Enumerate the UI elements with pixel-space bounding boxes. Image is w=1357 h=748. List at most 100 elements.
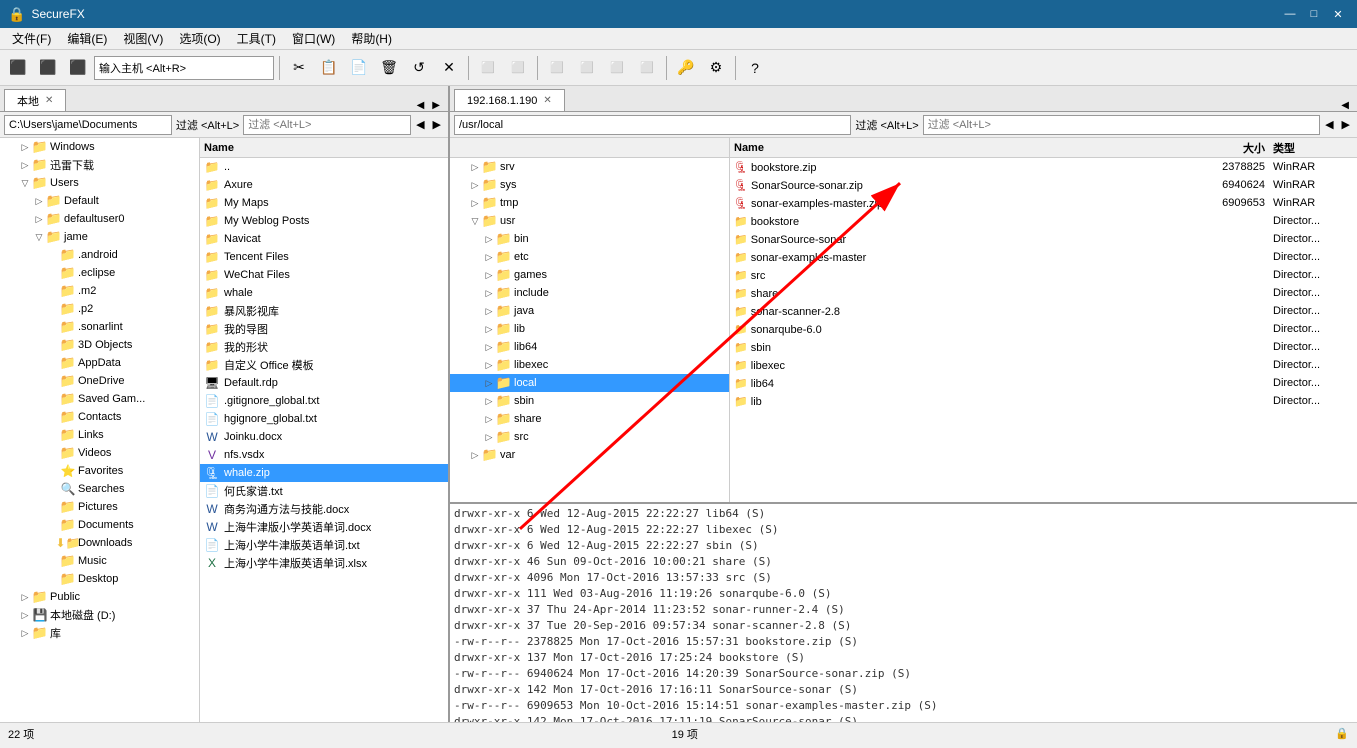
file-item[interactable]: X 上海小学牛津版英语单词.xlsx	[200, 554, 448, 572]
tree-item[interactable]: ▷ 💾 本地磁盘 (D:)	[0, 606, 199, 624]
tree-toggle[interactable]	[46, 266, 60, 280]
remote-prev-btn[interactable]: ◀	[1322, 118, 1336, 131]
menu-tools[interactable]: 工具(T)	[229, 28, 284, 49]
refresh-button[interactable]: ↺	[405, 54, 433, 82]
tree-item[interactable]: 📁 .android	[0, 246, 199, 264]
remote-tab[interactable]: 192.168.1.190 ✕	[454, 89, 565, 111]
left-next-btn[interactable]: ▶	[430, 118, 444, 131]
file-item[interactable]: 📁 Navicat	[200, 230, 448, 248]
remote-row[interactable]: 🗜 bookstore.zip 2378825 WinRAR	[730, 158, 1357, 176]
tree-item[interactable]: ▷ 📁 Windows	[0, 138, 199, 156]
tree-item[interactable]: ▷ 📁 tmp	[450, 194, 729, 212]
view-btn-4[interactable]: ⬜	[633, 54, 661, 82]
tree-toggle[interactable]	[46, 518, 60, 532]
file-item[interactable]: 📁 WeChat Files	[200, 266, 448, 284]
view-btn-1[interactable]: ⬜	[543, 54, 571, 82]
file-item[interactable]: 📄 .gitignore_global.txt	[200, 392, 448, 410]
settings-button[interactable]: ⚙	[702, 54, 730, 82]
tree-item[interactable]: ▷ 📁 bin	[450, 230, 729, 248]
file-item[interactable]: W Joinku.docx	[200, 428, 448, 446]
file-item-whale-zip[interactable]: 🗜 whale.zip	[200, 464, 448, 482]
key-button[interactable]: 🔑	[672, 54, 700, 82]
tree-item[interactable]: ▷ 📁 etc	[450, 248, 729, 266]
tree-item[interactable]: ▷ 📁 libexec	[450, 356, 729, 374]
remote-row[interactable]: 📁 sbin Director...	[730, 338, 1357, 356]
tree-item[interactable]: ▷ 📁 games	[450, 266, 729, 284]
tree-toggle[interactable]	[46, 446, 60, 460]
tree-item[interactable]: ▷ 📁 srv	[450, 158, 729, 176]
left-nav-next[interactable]: ▶	[428, 100, 444, 111]
delete-button[interactable]: 🗑	[375, 54, 403, 82]
tree-toggle[interactable]	[46, 374, 60, 388]
file-item[interactable]: W 上海牛津版小学英语单词.docx	[200, 518, 448, 536]
host-input[interactable]	[94, 56, 274, 80]
tree-item-local-selected[interactable]: ▷ 📁 local	[450, 374, 729, 392]
file-item[interactable]: 📁 我的形状	[200, 338, 448, 356]
maximize-button[interactable]: □	[1303, 5, 1325, 23]
close-button[interactable]: ✕	[1327, 5, 1349, 23]
file-item[interactable]: 📁 whale	[200, 284, 448, 302]
stop-button[interactable]: ✕	[435, 54, 463, 82]
tree-toggle[interactable]: ▷	[18, 158, 32, 172]
remote-row[interactable]: 📁 sonar-scanner-2.8 Director...	[730, 302, 1357, 320]
local-tab[interactable]: 本地 ✕	[4, 89, 66, 111]
tree-item[interactable]: 📁 Saved Gam...	[0, 390, 199, 408]
tree-toggle[interactable]	[46, 554, 60, 568]
tree-toggle[interactable]: ▷	[32, 212, 46, 226]
remote-path-input[interactable]	[454, 115, 851, 135]
tree-item[interactable]: ▷ 📁 sbin	[450, 392, 729, 410]
remote-row[interactable]: 📁 libexec Director...	[730, 356, 1357, 374]
tree-item[interactable]: ▷ 📁 var	[450, 446, 729, 464]
local-button[interactable]: ⬜	[474, 54, 502, 82]
help-button[interactable]: ?	[741, 54, 769, 82]
tree-item[interactable]: 📁 OneDrive	[0, 372, 199, 390]
tree-item[interactable]: 📁 .eclipse	[0, 264, 199, 282]
tree-item[interactable]: 📁 .p2	[0, 300, 199, 318]
tree-item[interactable]: ▷ 📁 lib	[450, 320, 729, 338]
remote-row[interactable]: 📁 lib Director...	[730, 392, 1357, 410]
view-btn-3[interactable]: ⬜	[603, 54, 631, 82]
file-item[interactable]: 📁 My Maps	[200, 194, 448, 212]
window-controls[interactable]: — □ ✕	[1279, 5, 1349, 23]
remote-row[interactable]: 📁 lib64 Director...	[730, 374, 1357, 392]
tree-item[interactable]: 📁 .m2	[0, 282, 199, 300]
tree-item[interactable]: 📁 .sonarlint	[0, 318, 199, 336]
tree-item[interactable]: ▷ 📁 库	[0, 624, 199, 642]
tree-item[interactable]: 📁 Documents	[0, 516, 199, 534]
local-tab-close[interactable]: ✕	[45, 95, 53, 106]
menu-options[interactable]: 选项(O)	[171, 28, 228, 49]
remote-row[interactable]: 📁 src Director...	[730, 266, 1357, 284]
tree-toggle[interactable]: ▷	[18, 608, 32, 622]
local-filter-input[interactable]	[243, 115, 411, 135]
file-item[interactable]: 📄 上海小学牛津版英语单词.txt	[200, 536, 448, 554]
remote-row[interactable]: 📁 share Director...	[730, 284, 1357, 302]
tree-item[interactable]: ▷ 📁 src	[450, 428, 729, 446]
remote-tab-close[interactable]: ✕	[543, 95, 551, 106]
remote-row[interactable]: 🗜 sonar-examples-master.zip 6909653 WinR…	[730, 194, 1357, 212]
tree-item[interactable]: ⬇📁 Downloads	[0, 534, 199, 552]
tree-item[interactable]: ▷ 📁 lib64	[450, 338, 729, 356]
tree-toggle[interactable]	[46, 302, 60, 316]
tree-item[interactable]: 📁 Links	[0, 426, 199, 444]
tree-item[interactable]: ▷ 📁 sys	[450, 176, 729, 194]
tree-toggle[interactable]	[46, 248, 60, 262]
tree-item[interactable]: ▷ 📁 share	[450, 410, 729, 428]
right-nav-prev[interactable]: ◀	[1337, 100, 1353, 111]
tree-toggle[interactable]	[46, 356, 60, 370]
tree-toggle[interactable]	[46, 320, 60, 334]
menu-edit[interactable]: 编辑(E)	[59, 28, 115, 49]
tree-item[interactable]: ▷ 📁 Public	[0, 588, 199, 606]
tree-toggle[interactable]: ▷	[18, 590, 32, 604]
tree-item[interactable]: 📁 Contacts	[0, 408, 199, 426]
remote-row[interactable]: 🗜 SonarSource-sonar.zip 6940624 WinRAR	[730, 176, 1357, 194]
tree-item[interactable]: 📁 3D Objects	[0, 336, 199, 354]
tree-item[interactable]: ⭐ Favorites	[0, 462, 199, 480]
tree-toggle[interactable]: ▽	[32, 230, 46, 244]
menu-file[interactable]: 文件(F)	[4, 28, 59, 49]
toolbar-btn-1[interactable]: ⬛	[4, 54, 32, 82]
local-path-input[interactable]	[4, 115, 172, 135]
tree-item[interactable]: ▷ 📁 Default	[0, 192, 199, 210]
file-item[interactable]: 📁 Tencent Files	[200, 248, 448, 266]
tree-toggle[interactable]: ▷	[18, 626, 32, 640]
toolbar-btn-2[interactable]: ⬛	[34, 54, 62, 82]
